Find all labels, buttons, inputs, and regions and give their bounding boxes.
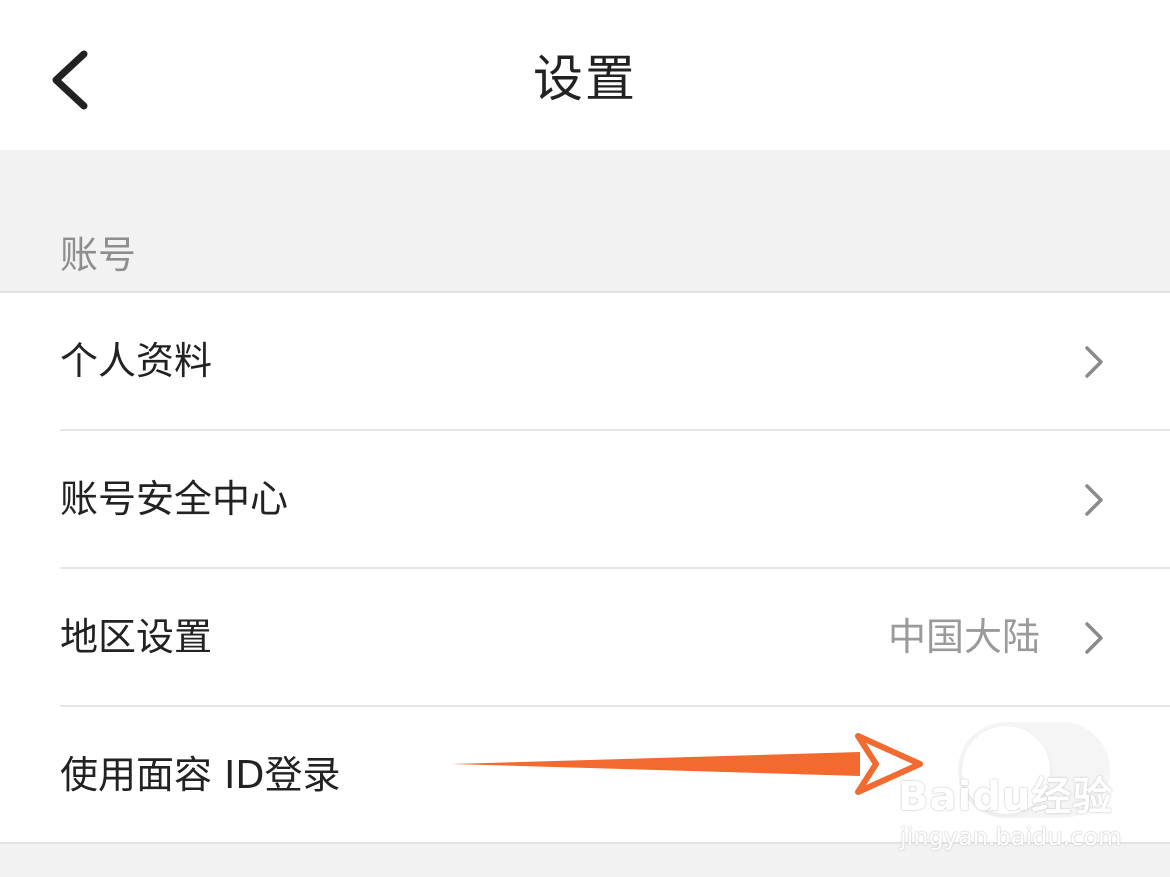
settings-item-label: 使用面容 ID登录 — [60, 753, 341, 797]
chevron-right-icon — [1085, 621, 1103, 654]
chevron-right-icon — [1085, 483, 1103, 516]
settings-item-security-center[interactable]: 账号安全中心 — [0, 431, 1170, 568]
watermark-logo: Baidu经验 — [898, 774, 1114, 820]
nav-bar: 设置 — [0, 0, 1170, 150]
page-title: 设置 — [533, 50, 637, 108]
settings-item-region[interactable]: 地区设置 中国大陆 — [0, 569, 1170, 706]
section-title-account: 账号 — [60, 233, 137, 277]
settings-item-label: 个人资料 — [60, 339, 213, 383]
settings-item-label: 账号安全中心 — [60, 477, 289, 521]
region-value: 中国大陆 — [887, 615, 1040, 659]
watermark-url: jingyan.baidu.com — [900, 823, 1122, 851]
chevron-right-icon — [1085, 345, 1103, 378]
settings-item-label: 地区设置 — [60, 615, 213, 659]
annotation-arrow — [452, 733, 923, 795]
settings-item-profile[interactable]: 个人资料 — [0, 293, 1170, 430]
settings-screen: 设置 账号 个人资料 账号安全中心 地区设置 中国大陆 使用面容 ID登录 Ba… — [0, 0, 1170, 877]
